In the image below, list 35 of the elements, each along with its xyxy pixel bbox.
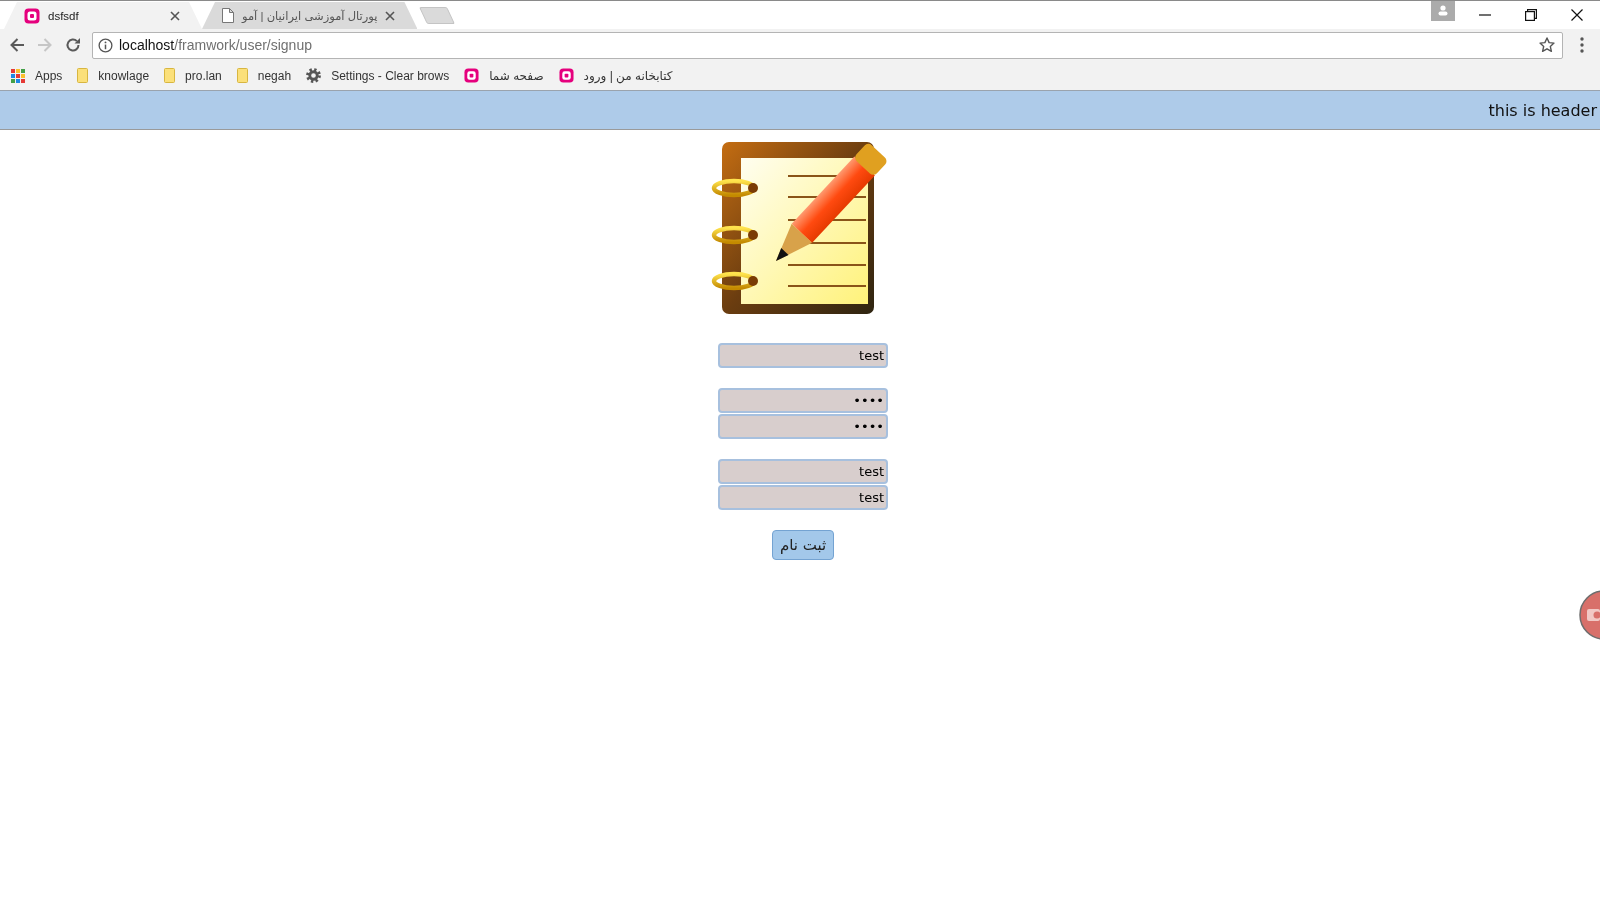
header-title: this is header xyxy=(1488,100,1597,120)
menu-icon[interactable] xyxy=(1579,37,1584,53)
input-field[interactable]: test xyxy=(718,459,888,484)
input-field[interactable]: test xyxy=(718,343,888,368)
close-icon[interactable] xyxy=(170,10,180,21)
restore-icon[interactable] xyxy=(1525,9,1537,21)
signup-button[interactable]: ثبت نام xyxy=(772,530,834,560)
address-bar[interactable]: localhost/framwork/user/signup xyxy=(92,31,1563,59)
back-icon[interactable] xyxy=(9,37,25,53)
folder-icon xyxy=(77,68,89,83)
apps-grid-icon xyxy=(11,68,25,83)
gear-icon xyxy=(306,68,322,83)
close-icon[interactable] xyxy=(1571,9,1583,21)
folder-icon xyxy=(164,68,176,83)
input-field[interactable]: •••• xyxy=(718,388,888,413)
bookmark-link[interactable]: Apps xyxy=(11,68,63,83)
site-logo-icon xyxy=(464,68,480,83)
bookmark-star-icon[interactable] xyxy=(1539,37,1555,53)
input-field[interactable]: •••• xyxy=(718,414,888,439)
bookmark-link[interactable]: Settings - Clear brows xyxy=(306,68,450,83)
bookmark-link[interactable]: کتابخانه من | ورود xyxy=(558,68,673,83)
browser-tab[interactable]: dsfsdf xyxy=(4,2,202,29)
site-logo-icon xyxy=(558,68,574,83)
bookmark-link[interactable]: صفحه شما xyxy=(464,68,544,83)
browser-tab[interactable]: پورتال آموزشی ایرانیان | آمو xyxy=(202,2,418,29)
input-field[interactable]: test xyxy=(718,485,888,510)
info-icon[interactable] xyxy=(98,37,113,53)
bookmark-link[interactable]: knowlage xyxy=(77,68,150,83)
page-icon xyxy=(222,8,234,23)
bookmark-link[interactable]: negah xyxy=(236,68,292,83)
bookmark-link[interactable]: pro.lan xyxy=(164,68,222,83)
site-logo-icon xyxy=(24,7,40,24)
folder-icon xyxy=(236,68,248,83)
reload-icon[interactable] xyxy=(65,37,81,53)
camera-icon[interactable] xyxy=(1578,590,1600,640)
